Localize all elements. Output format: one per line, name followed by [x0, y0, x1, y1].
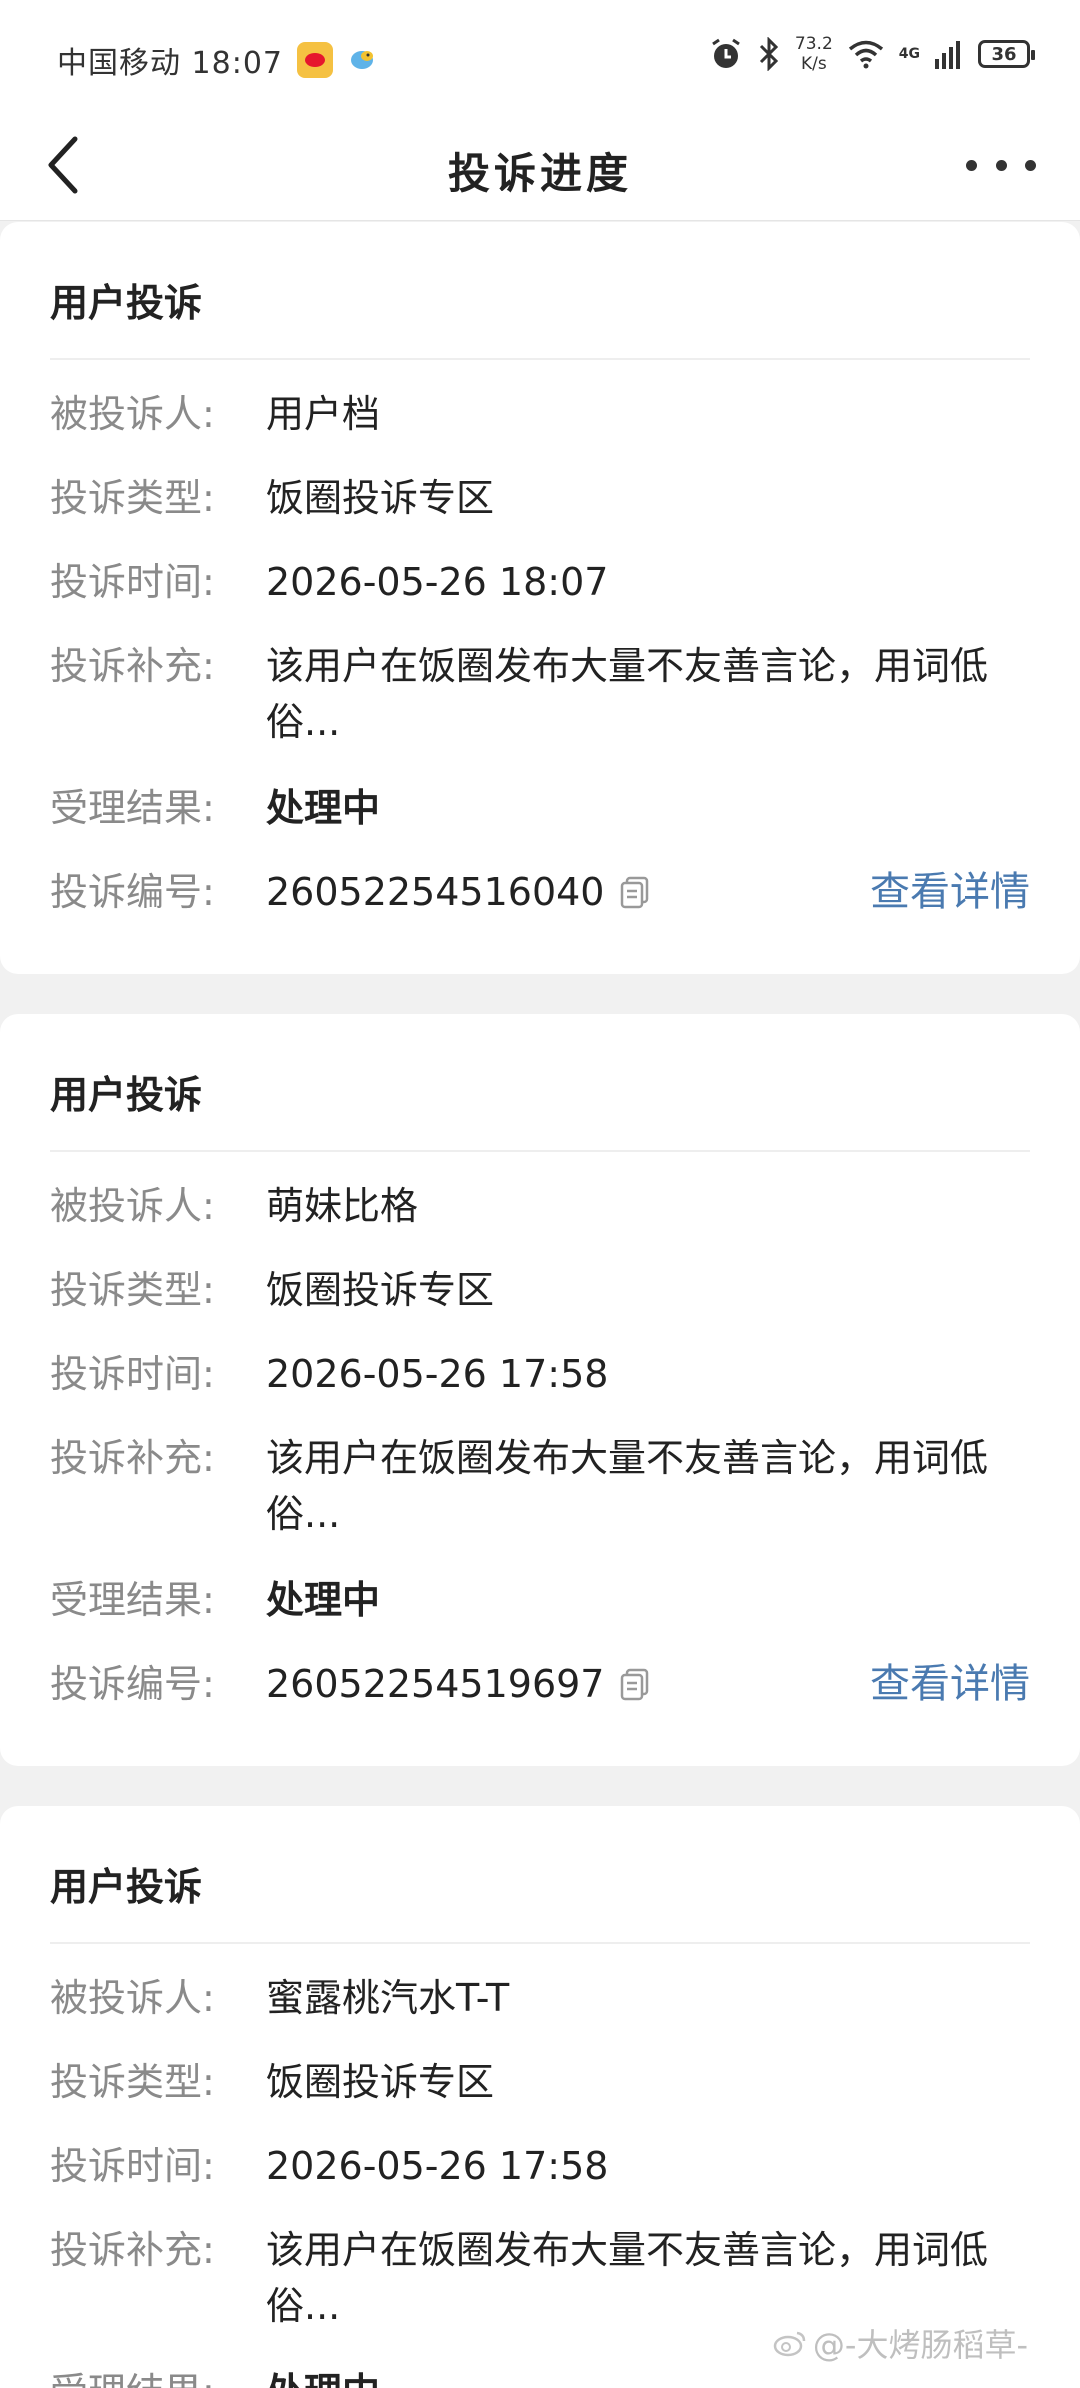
card-title: 用户投诉 [50, 1073, 203, 1117]
weibo-logo-icon [773, 2331, 806, 2357]
speed-unit: K/s [800, 54, 827, 74]
supplement-value: 该用户在饭圈发布大量不友善言论，用词低俗... [266, 2228, 989, 2328]
type-row: 投诉类型: 饭圈投诉专区 [50, 470, 1030, 526]
time-row: 投诉时间: 2026-05-26 17:58 [50, 2138, 1030, 2194]
respondent-row: 被投诉人: 蜜露桃汽水T-T [50, 1970, 1030, 2026]
wifi-icon [848, 40, 883, 69]
more-options-button[interactable] [966, 150, 1036, 180]
watermark: @-大烤肠稻草- [773, 2320, 1028, 2366]
watermark-text: @-大烤肠稻草- [812, 2326, 1028, 2364]
time-value: 2026-05-26 17:58 [266, 2144, 609, 2188]
network-type: 4G [899, 47, 920, 61]
view-detail-link[interactable]: 查看详情 [870, 864, 1030, 920]
result-row: 受理结果: 处理中 [50, 2364, 1030, 2388]
network-speed: 73.2 K/s [795, 34, 833, 74]
respondent-label: 被投诉人: [50, 392, 215, 436]
respondent-label: 被投诉人: [50, 1184, 215, 1228]
card-divider [50, 1942, 1030, 1944]
view-detail-link[interactable]: 查看详情 [870, 1656, 1030, 1712]
weibo-notification-icon [297, 42, 333, 78]
number-label: 投诉编号: [50, 870, 215, 914]
supplement-label: 投诉补充: [50, 1436, 215, 1480]
result-row: 受理结果: 处理中 [50, 780, 1030, 836]
supplement-value: 该用户在饭圈发布大量不友善言论，用词低俗... [266, 1436, 989, 1536]
supplement-label: 投诉补充: [50, 644, 215, 688]
time-label: 投诉时间: [50, 1352, 215, 1396]
result-value: 处理中 [266, 786, 381, 830]
battery-level: 36 [991, 43, 1017, 65]
card-divider [50, 1150, 1030, 1152]
supplement-label: 投诉补充: [50, 2228, 215, 2272]
respondent-value: 用户档 [266, 392, 381, 436]
complaint-number: 26052254519697 [266, 1662, 605, 1706]
respondent-value: 蜜露桃汽水T-T [266, 1976, 510, 2020]
status-right: 73.2 K/s 4G 36 [709, 34, 1035, 74]
status-left: 中国移动 18:07 [57, 38, 377, 82]
complaint-card: 用户投诉 被投诉人: 萌妹比格 投诉类型: 饭圈投诉专区 投诉时间: 2026-… [0, 1014, 1080, 1766]
type-label: 投诉类型: [50, 476, 215, 520]
card-title: 用户投诉 [50, 281, 203, 325]
time-row: 投诉时间: 2026-05-26 17:58 [50, 1346, 1030, 1402]
signal-icon [935, 41, 960, 69]
result-value: 处理中 [266, 1578, 381, 1622]
type-label: 投诉类型: [50, 2060, 215, 2104]
number-row: 投诉编号: 26052254519697 查看详情 [50, 1656, 1030, 1712]
copy-icon[interactable] [618, 874, 652, 910]
card-divider [50, 358, 1030, 360]
type-label: 投诉类型: [50, 1268, 215, 1312]
respondent-label: 被投诉人: [50, 1976, 215, 2020]
battery-icon: 36 [978, 40, 1035, 68]
complaint-number: 26052254516040 [266, 870, 605, 914]
more-dot-icon [1025, 159, 1036, 171]
bird-notification-icon [351, 51, 373, 69]
supplement-value: 该用户在饭圈发布大量不友善言论，用词低俗... [266, 644, 989, 744]
time-row: 投诉时间: 2026-05-26 18:07 [50, 554, 1030, 610]
type-row: 投诉类型: 饭圈投诉专区 [50, 2054, 1030, 2110]
supplement-row: 投诉补充: 该用户在饭圈发布大量不友善言论，用词低俗... [50, 638, 1030, 750]
nav-bar: 投诉进度 [0, 112, 1080, 221]
number-row: 投诉编号: 26052254516040 查看详情 [50, 864, 1030, 920]
copy-icon[interactable] [618, 1666, 652, 1702]
time-label: 投诉时间: [50, 2144, 215, 2188]
number-label: 投诉编号: [50, 1662, 215, 1706]
status-bar: 中国移动 18:07 73.2 K/s 4G 36 [0, 0, 1080, 112]
result-label: 受理结果: [50, 786, 215, 830]
type-value: 饭圈投诉专区 [266, 1268, 495, 1312]
page-title: 投诉进度 [447, 149, 632, 198]
card-title: 用户投诉 [50, 1865, 203, 1909]
network-label: 4G [898, 46, 920, 62]
supplement-row: 投诉补充: 该用户在饭圈发布大量不友善言论，用词低俗... [50, 1430, 1030, 1542]
result-value: 处理中 [266, 2364, 1030, 2388]
speed-value: 73.2 [794, 34, 833, 54]
type-row: 投诉类型: 饭圈投诉专区 [50, 1262, 1030, 1318]
type-value: 饭圈投诉专区 [266, 2060, 495, 2104]
more-dot-icon [966, 159, 977, 171]
supplement-row: 投诉补充: 该用户在饭圈发布大量不友善言论，用词低俗... [50, 2222, 1030, 2334]
alarm-icon [712, 38, 740, 68]
time-label: 投诉时间: [50, 560, 215, 604]
complaint-card: 用户投诉 被投诉人: 用户档 投诉类型: 饭圈投诉专区 投诉时间: 2026-0… [0, 222, 1080, 974]
bluetooth-icon [759, 37, 779, 71]
result-label: 受理结果: [50, 2364, 266, 2388]
time-value: 2026-05-26 18:07 [266, 560, 609, 604]
type-value: 饭圈投诉专区 [266, 476, 495, 520]
respondent-row: 被投诉人: 用户档 [50, 386, 1030, 442]
more-dot-icon [995, 159, 1007, 171]
time-value: 2026-05-26 17:58 [266, 1352, 609, 1396]
carrier-time: 中国移动 18:07 [57, 46, 283, 81]
respondent-value: 萌妹比格 [266, 1184, 419, 1228]
complaint-card: 用户投诉 被投诉人: 蜜露桃汽水T-T 投诉类型: 饭圈投诉专区 投诉时间: 2… [0, 1806, 1080, 2388]
result-row: 受理结果: 处理中 [50, 1572, 1030, 1628]
respondent-row: 被投诉人: 萌妹比格 [50, 1178, 1030, 1234]
result-label: 受理结果: [50, 1578, 215, 1622]
